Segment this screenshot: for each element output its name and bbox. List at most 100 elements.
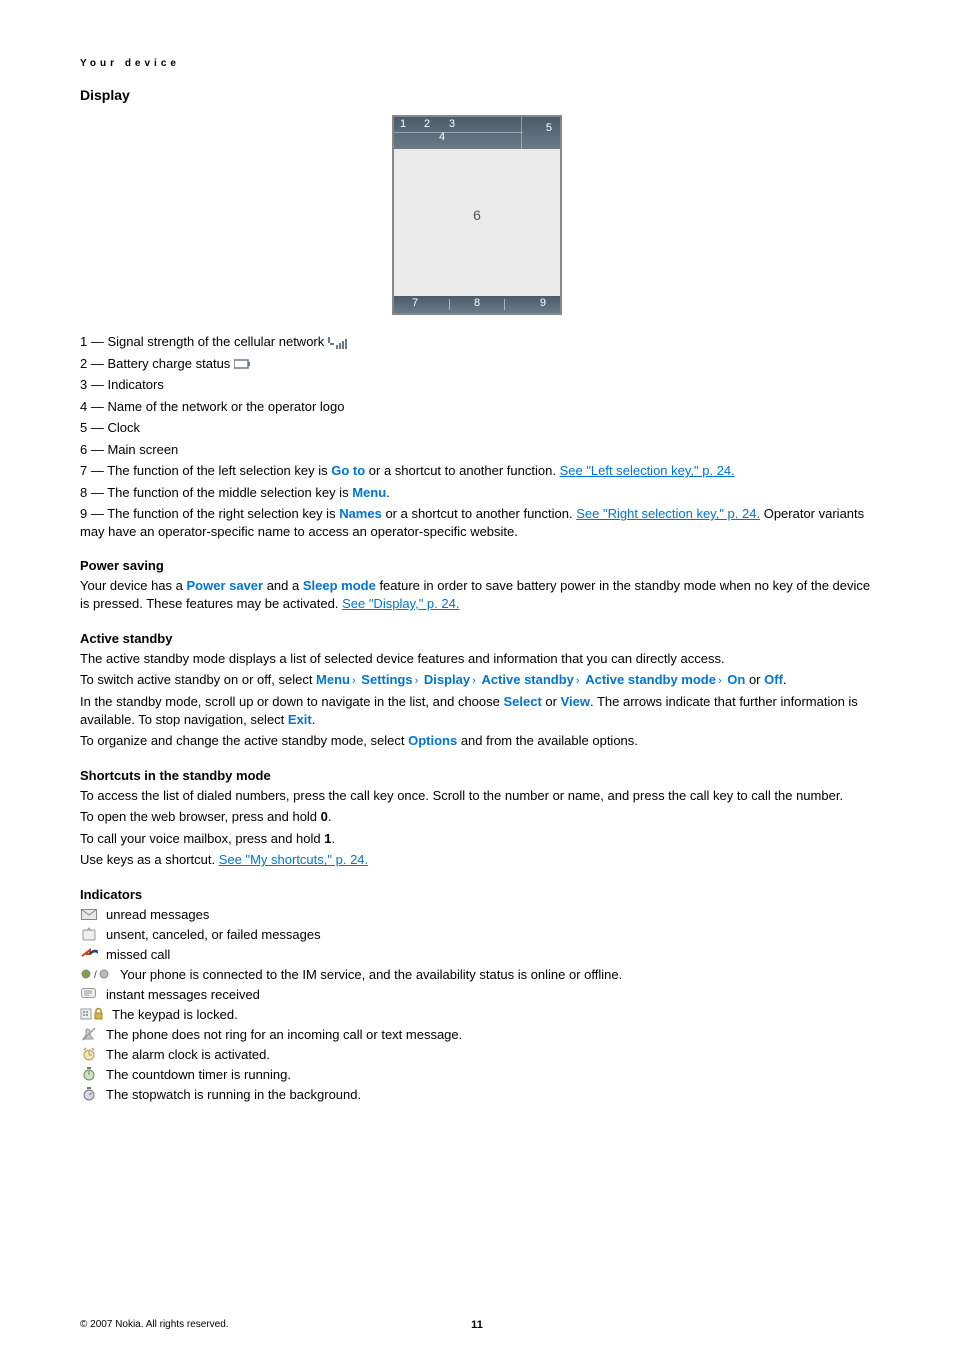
item-7-pre: 7 — The function of the left selection k… [80,463,331,478]
page-footer: © 2007 Nokia. All rights reserved. 11 [80,1319,874,1330]
stopwatch-ic-icon [80,1087,98,1101]
shortcuts-p3-post: . [331,831,335,846]
item-2: 2 — Battery charge status [80,355,874,373]
active-p2-pre: To switch active standby on or off, sele… [80,672,316,687]
item-6: 6 — Main screen [80,441,874,459]
item-3-text: — Indicators [91,377,164,392]
im-online-offline-icon: / [80,967,112,981]
svg-text:/: / [94,970,97,980]
display-diagram-wrap: 1 2 3 4 5 6 7 8 9 [80,115,874,315]
indicator-unread: unread messages [80,907,874,922]
countdown-timer-icon [80,1067,98,1081]
diagram-label-7: 7 [412,297,418,309]
indicators-heading: Indicators [80,887,874,902]
indicator-text: The phone does not ring for an incoming … [106,1027,462,1042]
right-selection-key-link[interactable]: See "Right selection key," p. 24. [576,506,760,521]
shortcuts-p2: To open the web browser, press and hold … [80,808,874,826]
indicator-keypad-locked: The keypad is locked. [80,1007,874,1022]
item-5-text: — Clock [91,420,140,435]
diagram-label-5: 5 [546,122,552,134]
item-1-text: — Signal strength of the cellular networ… [91,334,328,349]
keypad-lock-icon [80,1007,104,1021]
sleep-mode-term: Sleep mode [303,578,376,593]
indicator-unsent: unsent, canceled, or failed messages [80,927,874,942]
indicator-text: The alarm clock is activated. [106,1047,270,1062]
indicator-stopwatch: The stopwatch is running in the backgrou… [80,1087,874,1102]
item-8-pre: 8 — The function of the middle selection… [80,485,352,500]
crumb-sep: › [413,675,421,687]
diagram-label-9: 9 [540,297,546,309]
indicator-silent: The phone does not ring for an incoming … [80,1027,874,1042]
item-8-menu: Menu [352,485,386,500]
indicator-im-received: instant messages received [80,987,874,1002]
crumb-settings: Settings [361,672,412,687]
battery-icon [234,359,252,369]
item-6-num: 6 [80,442,87,457]
crumb-active-standby: Active standby [481,672,573,687]
item-9-pre: 9 — The function of the right selection … [80,506,339,521]
active-p4-post: and from the available options. [457,733,638,748]
item-7: 7 — The function of the left selection k… [80,462,874,480]
envelope-icon [80,907,98,921]
active-standby-p4: To organize and change the active standb… [80,732,874,750]
diagram-label-8: 8 [474,297,480,309]
my-shortcuts-link[interactable]: See "My shortcuts," p. 24. [219,852,368,867]
left-selection-key-link[interactable]: See "Left selection key," p. 24. [560,463,735,478]
active-standby-p1: The active standby mode displays a list … [80,650,874,668]
diagram-top-bar: 1 2 3 4 5 [394,117,560,149]
item-1-num: 1 [80,334,87,349]
power-saver-term: Power saver [186,578,263,593]
item-4: 4 — Name of the network or the operator … [80,398,874,416]
chat-bubble-icon [80,987,98,1001]
item-1: 1 — Signal strength of the cellular netw… [80,333,874,351]
active-p2-post: . [783,672,787,687]
item-7-goto: Go to [331,463,365,478]
silent-icon [80,1027,98,1041]
crumb-active-standby-mode: Active standby mode [585,672,716,687]
shortcuts-p3-pre: To call your voice mailbox, press and ho… [80,831,324,846]
crumb-display: Display [424,672,470,687]
diagram-bottom-bar: 7 8 9 [394,296,560,313]
item-4-text: — Name of the network or the operator lo… [91,399,345,414]
indicator-text: unsent, canceled, or failed messages [106,927,321,942]
item-3: 3 — Indicators [80,376,874,394]
display-heading: Display [80,87,874,103]
shortcuts-p2-post: . [328,809,332,824]
active-p4-pre: To organize and change the active standb… [80,733,408,748]
indicator-text: The stopwatch is running in the backgrou… [106,1087,361,1102]
shortcuts-p4-pre: Use keys as a shortcut. [80,852,219,867]
active-standby-p3: In the standby mode, scroll up or down t… [80,693,874,728]
power-saving-text: Your device has a Power saver and a Slee… [80,577,874,612]
item-2-num: 2 [80,356,87,371]
view-term: View [561,694,590,709]
item-8: 8 — The function of the middle selection… [80,484,874,502]
key-0: 0 [321,809,328,824]
select-term: Select [503,694,541,709]
outbox-icon [80,927,98,941]
power-pre: Your device has a [80,578,186,593]
indicator-text: instant messages received [106,987,260,1002]
display-link[interactable]: See "Display," p. 24. [342,596,459,611]
shortcuts-p1: To access the list of dialed numbers, pr… [80,787,874,805]
active-p3-end: . [312,712,316,727]
item-5: 5 — Clock [80,419,874,437]
item-7-mid: or a shortcut to another function. [365,463,559,478]
signal-icon [328,337,348,349]
running-header: Your device [80,58,874,69]
item-5-num: 5 [80,420,87,435]
indicator-text: The keypad is locked. [112,1007,238,1022]
diagram-label-2: 2 [424,118,430,130]
item-6-text: — Main screen [91,442,178,457]
indicator-text: unread messages [106,907,209,922]
shortcuts-p3: To call your voice mailbox, press and ho… [80,830,874,848]
item-9: 9 — The function of the right selection … [80,505,874,540]
item-2-text: — Battery charge status [91,356,234,371]
power-mid1: and a [263,578,303,593]
indicator-alarm: The alarm clock is activated. [80,1047,874,1062]
active-p3-mid: or [542,694,561,709]
active-standby-p2: To switch active standby on or off, sele… [80,671,874,689]
item-4-num: 4 [80,399,87,414]
item-9-mid: or a shortcut to another function. [382,506,576,521]
page: Your device Display 1 2 3 4 5 6 7 8 9 [0,0,954,1350]
options-term: Options [408,733,457,748]
